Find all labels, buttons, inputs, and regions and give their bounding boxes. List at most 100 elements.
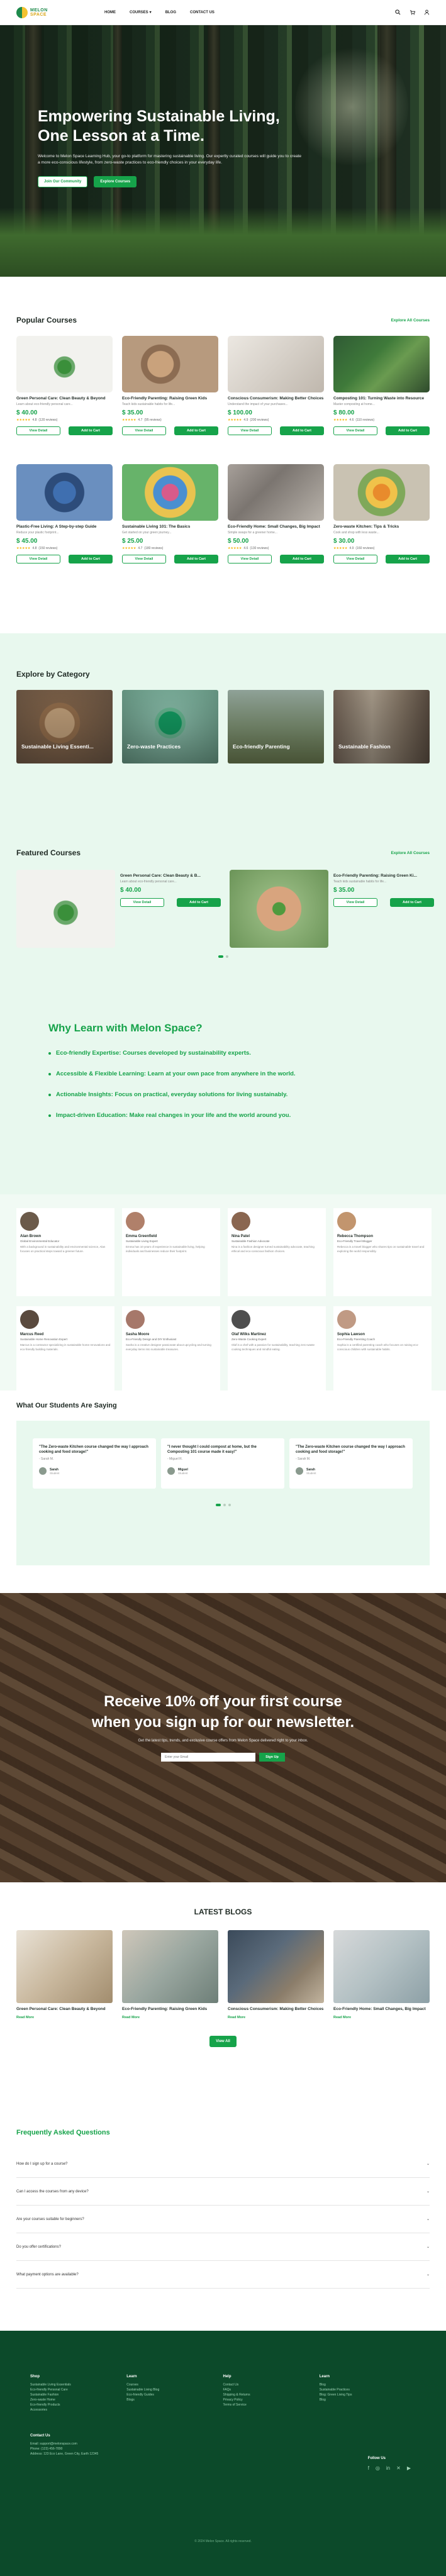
footer-link[interactable]: Contact Us — [223, 2382, 320, 2387]
faq-item[interactable]: How do I sign up for a course? ⌄ — [16, 2150, 430, 2178]
newsletter-email-input[interactable] — [161, 1753, 256, 1762]
faq-item[interactable]: Can I access the courses from any device… — [16, 2178, 430, 2206]
footer-link[interactable]: Eco-friendly Guides — [126, 2392, 223, 2397]
add-to-cart-button[interactable]: Add to Cart — [174, 426, 218, 435]
footer-link[interactable]: Blog — [320, 2397, 416, 2402]
faq-item[interactable]: Are your courses suitable for beginners?… — [16, 2206, 430, 2233]
course-title[interactable]: Conscious Consumerism: Making Better Cho… — [228, 396, 324, 401]
cart-icon[interactable] — [410, 9, 415, 15]
view-detail-button[interactable]: View Detail — [228, 426, 272, 435]
course-image[interactable] — [16, 870, 115, 948]
faq-item[interactable]: What payment options are available? ⌄ — [16, 2261, 430, 2289]
instructor-card[interactable]: Olaf Wilks Martinez Zero-Waste Cooking E… — [228, 1306, 326, 1394]
blog-title[interactable]: Eco-Friendly Parenting: Raising Green Ki… — [122, 2007, 218, 2012]
twitter-icon[interactable]: ✕ — [396, 2465, 401, 2471]
blog-title[interactable]: Eco-Friendly Home: Small Changes, Big Im… — [333, 2007, 430, 2012]
carousel-dot[interactable] — [225, 955, 228, 958]
read-more-link[interactable]: Read More — [228, 2016, 324, 2019]
footer-contact-phone[interactable]: Phone: (123) 456-7890 — [30, 2446, 416, 2451]
course-image[interactable] — [230, 870, 328, 948]
footer-link[interactable]: Eco-friendly Products — [30, 2402, 126, 2407]
category-tile[interactable]: Sustainable Fashion — [333, 690, 430, 763]
blog-image[interactable] — [333, 1930, 430, 2003]
view-detail-button[interactable]: View Detail — [16, 426, 60, 435]
view-detail-button[interactable]: View Detail — [16, 555, 60, 564]
course-title[interactable]: Composting 101: Turning Waste into Resou… — [333, 396, 430, 401]
instructor-card[interactable]: Rebecca Thompson Eco-Friendly Travel Blo… — [333, 1208, 432, 1296]
carousel-dot[interactable] — [215, 1504, 221, 1506]
read-more-link[interactable]: Read More — [16, 2016, 113, 2019]
nav-courses[interactable]: COURSES ▾ — [130, 10, 152, 15]
instructor-card[interactable]: Sophia Lawson Eco-Friendly Parenting Coa… — [333, 1306, 432, 1394]
footer-link[interactable]: Sustainable Living Essentials — [30, 2382, 126, 2387]
footer-link[interactable]: Terms of Service — [223, 2402, 320, 2407]
footer-link[interactable]: Privacy Policy — [223, 2397, 320, 2402]
footer-link[interactable]: Zero-waste Home — [30, 2397, 126, 2402]
blog-image[interactable] — [228, 1930, 324, 2003]
course-title[interactable]: Sustainable Living 101: The Basics — [122, 525, 218, 529]
instructor-card[interactable]: Emma Greenfield Sustainable Living Exper… — [122, 1208, 220, 1296]
view-detail-button[interactable]: View Detail — [122, 555, 166, 564]
view-detail-button[interactable]: View Detail — [228, 555, 272, 564]
nav-contact[interactable]: CONTACT US — [190, 10, 215, 14]
view-detail-button[interactable]: View Detail — [333, 898, 377, 907]
course-title[interactable]: Eco-Friendly Parenting: Raising Green Ki… — [122, 396, 218, 401]
nav-blog[interactable]: BLOG — [165, 10, 176, 14]
category-tile[interactable]: Zero-waste Practices — [122, 690, 218, 763]
course-title[interactable]: Green Personal Care: Clean Beauty & Beyo… — [16, 396, 113, 401]
course-image[interactable] — [122, 336, 218, 392]
category-tile[interactable]: Eco-friendly Parenting — [228, 690, 324, 763]
view-detail-button[interactable]: View Detail — [333, 555, 377, 564]
view-all-blogs-button[interactable]: View All — [209, 2036, 237, 2047]
footer-link[interactable]: Courses — [126, 2382, 223, 2387]
course-image[interactable] — [333, 336, 430, 392]
instructor-card[interactable]: Sasha Moore Eco-Friendly Design and DIY … — [122, 1306, 220, 1394]
course-title[interactable]: Plastic-Free Living: A Step-by-step Guid… — [16, 525, 113, 529]
youtube-icon[interactable]: ▶ — [407, 2465, 411, 2471]
brand-logo[interactable]: MELON SPACE — [16, 6, 86, 18]
linkedin-icon[interactable]: in — [386, 2465, 390, 2471]
explore-all-courses-link[interactable]: Explore All Courses — [391, 318, 430, 323]
add-to-cart-button[interactable]: Add to Cart — [174, 555, 218, 564]
footer-link[interactable]: Blogs — [126, 2397, 223, 2402]
read-more-link[interactable]: Read More — [333, 2016, 430, 2019]
footer-link[interactable]: Accessories — [30, 2407, 126, 2412]
course-image[interactable] — [333, 464, 430, 521]
view-detail-button[interactable]: View Detail — [333, 426, 377, 435]
footer-link[interactable]: Blog — [320, 2382, 416, 2387]
instagram-icon[interactable]: ◎ — [376, 2465, 380, 2471]
course-image[interactable] — [228, 336, 324, 392]
carousel-dot[interactable] — [218, 955, 223, 958]
blog-image[interactable] — [16, 1930, 113, 2003]
add-to-cart-button[interactable]: Add to Cart — [390, 898, 434, 907]
instructor-card[interactable]: Nina Patel Sustainable Fashion Advocate … — [228, 1208, 326, 1296]
add-to-cart-button[interactable]: Add to Cart — [69, 555, 113, 564]
add-to-cart-button[interactable]: Add to Cart — [386, 426, 430, 435]
course-title[interactable]: Eco-Friendly Home: Small Changes, Big Im… — [228, 525, 324, 529]
footer-link[interactable]: FAQs — [223, 2387, 320, 2392]
footer-link[interactable]: Blog: Green Living Tips — [320, 2392, 416, 2397]
footer-link[interactable]: Eco-friendly Personal Care — [30, 2387, 126, 2392]
add-to-cart-button[interactable]: Add to Cart — [69, 426, 113, 435]
facebook-icon[interactable]: f — [368, 2465, 369, 2471]
course-image[interactable] — [16, 464, 113, 521]
course-image[interactable] — [122, 464, 218, 521]
footer-link[interactable]: Sustainable Living Blog — [126, 2387, 223, 2392]
explore-all-featured-link[interactable]: Explore All Courses — [391, 851, 430, 855]
course-title[interactable]: Green Personal Care: Clean Beauty & B... — [120, 874, 221, 878]
course-title[interactable]: Eco-Friendly Parenting: Raising Green Ki… — [333, 874, 434, 878]
user-icon[interactable] — [424, 9, 430, 15]
read-more-link[interactable]: Read More — [122, 2016, 218, 2019]
nav-home[interactable]: HOME — [104, 10, 116, 14]
view-detail-button[interactable]: View Detail — [122, 426, 166, 435]
blog-title[interactable]: Conscious Consumerism: Making Better Cho… — [228, 2007, 324, 2012]
blog-title[interactable]: Green Personal Care: Clean Beauty & Beyo… — [16, 2007, 113, 2012]
newsletter-signup-button[interactable]: Sign Up — [259, 1753, 285, 1762]
footer-link[interactable]: Sustainable Practices — [320, 2387, 416, 2392]
footer-link[interactable]: Shipping & Returns — [223, 2392, 320, 2397]
add-to-cart-button[interactable]: Add to Cart — [280, 426, 324, 435]
course-image[interactable] — [16, 336, 113, 392]
explore-courses-button[interactable]: Explore Courses — [94, 176, 137, 187]
view-detail-button[interactable]: View Detail — [120, 898, 164, 907]
category-tile[interactable]: Sustainable Living Essenti... — [16, 690, 113, 763]
